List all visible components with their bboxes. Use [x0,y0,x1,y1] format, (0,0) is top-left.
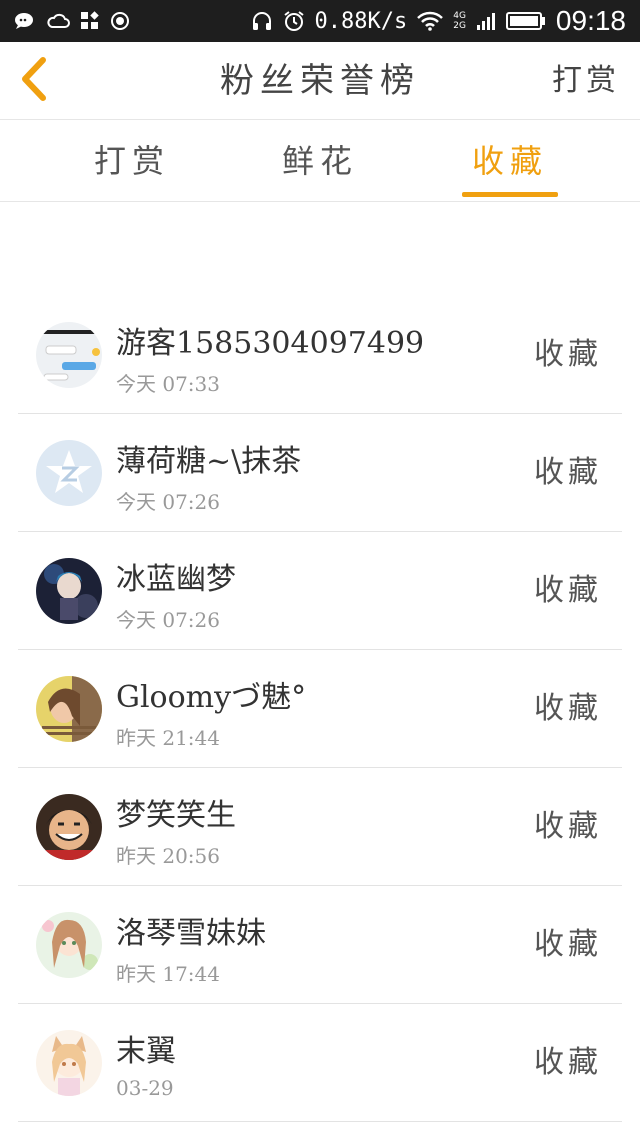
avatar[interactable] [36,676,102,742]
action-label: 收藏 [534,337,602,372]
status-bar: 0.88K/s 4G 2G 09:18 [0,0,640,42]
timestamp: 今天 07:26 [116,608,220,632]
alarm-icon [283,10,305,32]
chat-notification-icon [14,12,36,30]
fan-list: 游客1585304097499 今天 07:33 收藏 薄荷糖~\抹茶 今天 0… [18,296,622,1122]
record-icon [110,11,130,31]
battery-icon [505,11,546,31]
signal-icon [476,11,496,31]
avatar[interactable] [36,322,102,388]
timestamp: 昨天 20:56 [116,844,220,868]
app-header: 粉丝荣誉榜 打赏 [0,42,640,120]
status-bar-left [14,11,130,31]
avatar[interactable] [36,1030,102,1096]
reward-header-button[interactable]: 打赏 [552,42,620,120]
user-name: 梦笑笑生 [116,798,236,833]
tab-bar: 打赏 鲜花 收藏 [0,121,640,202]
list-item[interactable]: Gloomyづ魅° 昨天 21:44 收藏 [18,650,622,768]
action-label: 收藏 [534,1045,602,1080]
list-item[interactable]: 梦笑笑生 昨天 20:56 收藏 [18,768,622,886]
wifi-icon [417,11,444,31]
list-item[interactable]: 冰蓝幽梦 今天 07:26 收藏 [18,532,622,650]
tab-reward[interactable]: 打赏 [72,121,192,201]
user-name: 洛琴雪妹妹 [116,916,266,951]
tab-label: 打赏 [93,142,170,180]
network-type-top: 4G [453,11,466,21]
tab-label: 鲜花 [281,142,358,180]
user-name: 冰蓝幽梦 [116,562,236,597]
clock: 09:18 [555,5,626,36]
tab-label: 收藏 [471,142,548,180]
timestamp: 今天 07:33 [116,372,220,396]
avatar[interactable] [36,912,102,978]
user-name: Gloomyづ魅° [116,680,307,715]
network-type: 4G 2G [453,11,466,31]
list-item[interactable]: 洛琴雪妹妹 昨天 17:44 收藏 [18,886,622,1004]
tab-favorites[interactable]: 收藏 [450,121,570,201]
action-label: 收藏 [534,809,602,844]
user-name: 薄荷糖~\抹茶 [116,444,302,479]
cloud-icon [46,13,70,29]
network-type-bottom: 2G [453,21,466,31]
action-label: 收藏 [534,455,602,490]
avatar[interactable] [36,558,102,624]
headphones-icon [251,10,273,32]
avatar[interactable] [36,794,102,860]
avatar[interactable] [36,440,102,506]
active-tab-indicator [462,192,558,197]
status-bar-right: 0.88K/s 4G 2G 09:18 [251,5,626,37]
timestamp: 昨天 21:44 [116,726,220,750]
tab-flowers[interactable]: 鲜花 [260,121,380,201]
apps-icon [80,11,100,31]
timestamp: 今天 07:26 [116,490,220,514]
user-name: 游客1585304097499 [116,326,425,361]
page-title: 粉丝荣誉榜 [220,61,420,101]
timestamp: 昨天 17:44 [116,962,220,986]
user-name: 末翼 [116,1034,176,1069]
list-item[interactable]: 游客1585304097499 今天 07:33 收藏 [18,296,622,414]
action-label: 收藏 [534,573,602,608]
list-item[interactable]: 薄荷糖~\抹茶 今天 07:26 收藏 [18,414,622,532]
network-speed: 0.88K/s [314,8,408,34]
action-label: 收藏 [534,927,602,962]
action-label: 收藏 [534,691,602,726]
list-item[interactable]: 末翼 03-29 收藏 [18,1004,622,1122]
timestamp: 03-29 [116,1076,174,1100]
